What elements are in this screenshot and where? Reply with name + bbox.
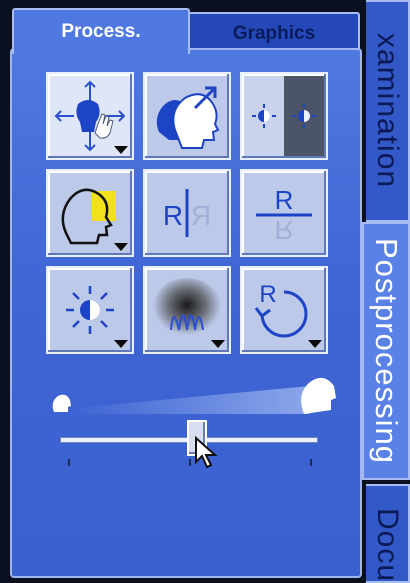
- zoom-tool-button[interactable]: [143, 72, 231, 160]
- zoom-head-icon: [156, 86, 220, 149]
- tab-process[interactable]: Process.: [12, 8, 190, 54]
- tab-postprocessing[interactable]: Postprocessing: [362, 222, 410, 480]
- flip-horizontal-icon: R R: [163, 189, 211, 237]
- dropdown-arrow-icon: [114, 243, 128, 251]
- slider-tick: [189, 459, 191, 466]
- brightness-compare-icon: [252, 76, 324, 156]
- tab-examination[interactable]: xamination: [366, 0, 410, 222]
- dropdown-arrow-icon: [308, 340, 322, 348]
- slider-tick: [68, 459, 70, 466]
- rotate-letter: R: [259, 281, 276, 308]
- tab-documentation[interactable]: Docu: [366, 484, 410, 583]
- move-tool-button[interactable]: [46, 72, 134, 160]
- dropdown-arrow-icon: [114, 340, 128, 348]
- dropdown-arrow-icon: [114, 146, 128, 154]
- flip-v-bottom-letter: R: [275, 215, 294, 245]
- flip-h-right-letter: R: [191, 200, 211, 231]
- tab-postprocessing-label: Postprocessing: [369, 238, 404, 464]
- dropdown-arrow-icon: [211, 340, 225, 348]
- rotate-tool-button[interactable]: R: [240, 266, 328, 354]
- mouse-pointer-icon: [194, 436, 218, 469]
- slider-tick: [310, 459, 312, 466]
- flip-v-top-letter: R: [275, 185, 294, 215]
- tab-documentation-label: Docu: [371, 508, 404, 583]
- brightness-toggle-tool-button[interactable]: [240, 72, 328, 160]
- tab-examination-label: xamination: [371, 33, 404, 189]
- flip-h-left-letter: R: [163, 200, 183, 231]
- window-level-tool-button[interactable]: [46, 266, 134, 354]
- roi-tool-button[interactable]: [46, 169, 134, 257]
- large-head-icon: [301, 377, 336, 414]
- flip-horizontal-tool-button[interactable]: R R: [143, 169, 231, 257]
- filter-tool-button[interactable]: [143, 266, 231, 354]
- flip-vertical-tool-button[interactable]: R R: [240, 169, 328, 257]
- small-head-icon: [52, 394, 71, 412]
- flip-vertical-icon: R R: [256, 185, 312, 245]
